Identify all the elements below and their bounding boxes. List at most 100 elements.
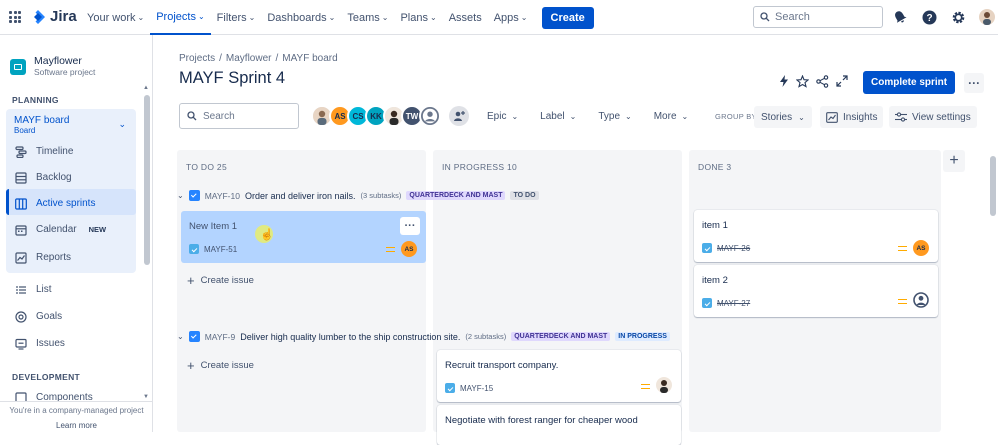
filter-dropdowns: Epic ⌄ Label ⌄ Type ⌄ More ⌄	[487, 111, 688, 122]
top-icons: ?	[892, 9, 995, 25]
jira-icon	[34, 9, 45, 24]
issue-card[interactable]: item 1 MAYF-26 AS	[694, 210, 938, 262]
app-switcher-icon[interactable]	[9, 11, 21, 23]
create-issue-button[interactable]: + Create issue	[187, 358, 254, 373]
sidebar-item-label: Backlog	[36, 172, 72, 183]
board-selector[interactable]: MAYF board Board	[14, 115, 69, 135]
search-placeholder: Search	[775, 11, 810, 23]
project-header[interactable]: Mayflower Software project	[10, 55, 95, 77]
more-filter[interactable]: More ⌄	[654, 111, 689, 122]
nav-dashboards[interactable]: Dashboards ⌄	[261, 0, 341, 35]
issue-card[interactable]: Negotiate with forest ranger for cheaper…	[437, 405, 681, 445]
add-column-button[interactable]: +	[943, 150, 965, 172]
nav-teams[interactable]: Teams ⌄	[341, 0, 394, 35]
profile-avatar[interactable]	[979, 9, 995, 25]
avatar-initials: AS	[916, 244, 926, 252]
nav-your-work[interactable]: Your work ⌄	[81, 0, 150, 35]
calendar-icon	[14, 223, 27, 236]
nav-projects[interactable]: Projects ⌄	[150, 0, 211, 35]
swimlane-header[interactable]: ⌄ MAYF-10 Order and deliver iron nails. …	[177, 190, 539, 201]
assignee-avatar[interactable]: AS	[913, 240, 929, 256]
nav-assets[interactable]: Assets	[443, 0, 488, 35]
help-icon[interactable]: ?	[921, 9, 937, 25]
insights-chart-icon	[826, 111, 838, 123]
page-title: MAYF Sprint 4	[179, 69, 286, 87]
share-icon[interactable]	[816, 74, 829, 91]
nav-label: Teams	[347, 11, 380, 24]
sidebar-item-backlog[interactable]: Backlog	[14, 171, 72, 184]
chevron-down-icon: ⌄	[569, 112, 577, 121]
avatar[interactable]	[419, 105, 441, 127]
planning-heading: PLANNING	[12, 95, 59, 105]
sidebar-item-calendar[interactable]: Calendar NEW	[14, 223, 106, 236]
card-more-button[interactable]: ···	[400, 217, 420, 235]
assignee-avatar[interactable]	[656, 377, 672, 396]
chevron-down-icon[interactable]: ⌄	[177, 332, 184, 341]
complete-sprint-button[interactable]: Complete sprint	[863, 71, 956, 94]
sidebar-item-issues[interactable]: Issues	[14, 337, 65, 350]
nav-plans[interactable]: Plans ⌄	[394, 0, 442, 35]
priority-medium-icon	[641, 384, 650, 389]
settings-gear-icon[interactable]	[950, 9, 966, 25]
story-icon	[702, 243, 712, 253]
column-header: IN PROGRESS 10	[442, 162, 518, 172]
add-people-icon[interactable]	[449, 106, 469, 126]
breadcrumb-projects[interactable]: Projects	[179, 53, 215, 64]
scroll-thumb[interactable]	[144, 95, 150, 265]
swimlane-title: Deliver high quality lumber to the ship …	[240, 331, 461, 342]
swimlane-header[interactable]: ⌄ MAYF-9 Deliver high quality lumber to …	[177, 331, 670, 342]
scroll-down-icon[interactable]: ▼	[143, 394, 149, 400]
breadcrumb-board[interactable]: MAYF board	[282, 53, 337, 64]
type-filter[interactable]: Type ⌄	[598, 111, 631, 122]
notifications-icon[interactable]	[892, 9, 908, 25]
card-title: Recruit transport company.	[445, 360, 559, 371]
story-type-icon	[188, 190, 200, 201]
nav-apps[interactable]: Apps ⌄	[488, 0, 534, 35]
search-placeholder: Search	[203, 110, 235, 122]
view-settings-button[interactable]: View settings	[889, 106, 977, 128]
learn-more-link[interactable]: Learn more	[0, 421, 152, 430]
issue-card[interactable]: Recruit transport company. MAYF-15	[437, 350, 681, 402]
chevron-down-icon[interactable]: ⌄	[177, 191, 184, 200]
sidebar-item-active-sprints[interactable]: Active sprints	[14, 197, 95, 210]
sidebar-item-label: Goals	[36, 311, 63, 322]
story-icon	[702, 298, 712, 308]
card-title: item 2	[702, 275, 728, 286]
create-button[interactable]: Create	[541, 6, 594, 29]
group-by-select[interactable]: Stories ⌄	[754, 106, 812, 128]
fullscreen-icon[interactable]	[836, 75, 848, 90]
avatar-initials: CS	[352, 111, 364, 121]
avatar-initials: TW	[405, 111, 419, 121]
board-search-input[interactable]: Search	[179, 103, 299, 129]
jira-logo[interactable]: Jira	[30, 8, 77, 25]
nav-label: Assets	[448, 11, 482, 24]
assignee-avatar[interactable]: AS	[401, 241, 417, 257]
sidebar-item-timeline[interactable]: Timeline	[14, 145, 73, 158]
lightning-icon[interactable]	[779, 75, 789, 90]
board-scrollbar[interactable]	[988, 150, 998, 432]
development-heading: DEVELOPMENT	[12, 372, 81, 382]
issue-card[interactable]: New Item 1 ··· MAYF-51 AS	[181, 211, 426, 263]
chevron-down-icon: ⌄	[137, 13, 145, 22]
chevron-down-icon[interactable]: ⌄	[118, 119, 126, 130]
sidebar-item-reports[interactable]: Reports	[14, 251, 71, 264]
breadcrumb-project[interactable]: Mayflower	[226, 53, 272, 64]
project-type: Software project	[34, 67, 96, 77]
sidebar-item-list[interactable]: List	[14, 283, 52, 296]
global-search-input[interactable]: Search	[753, 6, 883, 28]
star-icon[interactable]	[795, 74, 810, 91]
card-title: New Item 1	[189, 221, 238, 232]
epic-filter[interactable]: Epic ⌄	[487, 111, 518, 122]
sidebar: Mayflower Software project PLANNING MAYF…	[0, 35, 153, 432]
create-issue-button[interactable]: + Create issue	[187, 273, 254, 288]
scroll-up-icon[interactable]: ▲	[143, 85, 149, 91]
label-filter[interactable]: Label ⌄	[540, 111, 576, 122]
issue-card[interactable]: item 2 MAYF-27	[694, 265, 938, 317]
sidebar-scrollbar[interactable]: ▲ ▼	[143, 85, 151, 400]
more-actions-button[interactable]: ···	[964, 72, 985, 93]
unassigned-avatar-icon[interactable]	[913, 292, 929, 311]
nav-filters[interactable]: Filters ⌄	[211, 0, 262, 35]
scroll-thumb[interactable]	[990, 156, 996, 216]
insights-button[interactable]: Insights	[820, 106, 884, 128]
sidebar-item-goals[interactable]: Goals	[14, 310, 62, 323]
